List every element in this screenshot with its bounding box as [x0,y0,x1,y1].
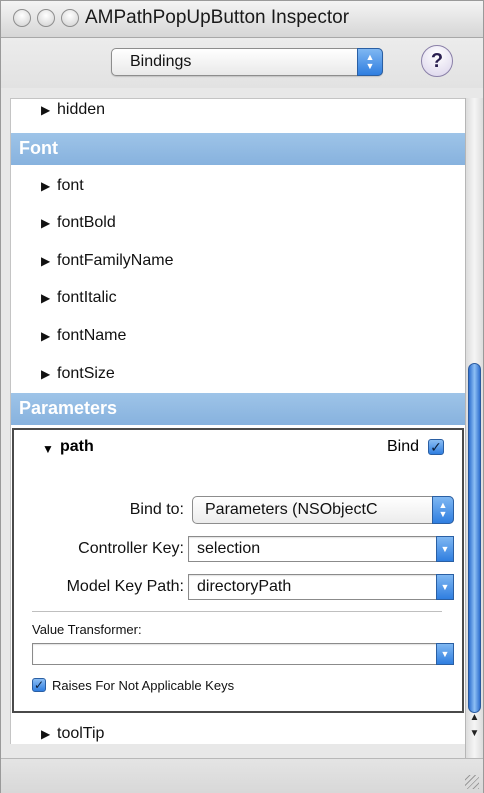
disclosure-triangle-icon[interactable]: ▶ [41,103,50,117]
combo-arrow-icon[interactable]: ▼ [436,574,454,600]
list-item-fontbold[interactable]: ▶ fontBold [11,206,466,242]
inspector-toolbar: Bindings ▲ ▼ ? [1,38,483,88]
divider [32,611,442,612]
disclosure-triangle-icon[interactable]: ▶ [41,179,50,193]
section-header-parameters: Parameters [11,393,466,425]
resize-grip-icon[interactable] [465,775,479,789]
list-item-fontsize[interactable]: ▶ fontSize [11,357,466,393]
list-item-tooltip[interactable]: ▶ toolTip [11,717,466,744]
model-key-path-label: Model Key Path: [66,578,184,595]
disclosure-triangle-icon[interactable]: ▶ [41,727,50,741]
window-title: AMPathPopUpButton Inspector [85,7,350,28]
minimize-window-button[interactable] [37,9,55,27]
list-item-fontfamilyname[interactable]: ▶ fontFamilyName [11,244,466,280]
list-item-label: hidden [57,101,106,118]
value-transformer-combo[interactable]: ▼ [32,643,454,665]
list-item-label: font [57,177,84,194]
bind-to-popup[interactable]: Parameters (NSObjectC ▲ ▼ [192,496,454,524]
section-title: Parameters [19,398,118,418]
disclosure-triangle-icon[interactable]: ▶ [41,254,50,268]
window-footer [1,758,483,793]
disclosure-triangle-icon[interactable]: ▶ [41,329,50,343]
popup-arrows-icon: ▲ ▼ [432,496,454,524]
mode-popup-label: Bindings [130,53,192,70]
list-item-label: fontItalic [57,289,117,306]
list-item-hidden[interactable]: ▶ hidden [11,99,466,129]
scrollbar-thumb[interactable] [468,363,481,713]
close-window-button[interactable] [13,9,31,27]
list-item-fontname[interactable]: ▶ fontName [11,319,466,355]
scroll-down-arrow-icon[interactable]: ▼ [466,726,483,742]
mode-popup-button[interactable]: Bindings ▲ ▼ [111,48,383,76]
list-item-label: toolTip [57,725,105,742]
vertical-scrollbar[interactable]: ▲ ▼ [465,98,483,758]
disclosure-triangle-icon[interactable]: ▶ [41,216,50,230]
zoom-window-button[interactable] [61,9,79,27]
disclosure-triangle-icon[interactable]: ▶ [41,367,50,381]
list-item-font[interactable]: ▶ font [11,169,466,205]
disclosure-triangle-open-icon[interactable]: ▼ [42,442,54,456]
list-item-label: fontFamilyName [57,252,174,269]
popup-arrows-icon: ▲ ▼ [357,48,383,76]
section-header-font: Font [11,133,466,165]
controller-key-value: selection [197,540,261,557]
binding-name: path [60,438,94,455]
disclosure-triangle-icon[interactable]: ▶ [41,291,50,305]
model-key-path-combo[interactable]: directoryPath ▼ [188,574,454,600]
title-bar: AMPathPopUpButton Inspector [1,1,483,38]
scroll-up-arrow-icon[interactable]: ▲ [466,710,483,726]
model-key-path-value: directoryPath [197,578,292,595]
inspector-window: AMPathPopUpButton Inspector Bindings ▲ ▼ … [0,0,484,793]
binding-panel-path: ▼ path Bind ✓ Bind to: Parameters (NSObj… [12,428,464,713]
list-item-label: fontSize [57,365,115,382]
bind-to-label: Bind to: [129,501,184,518]
controller-key-label: Controller Key: [78,540,184,557]
bind-checkbox[interactable]: ✓ [428,439,444,455]
raises-checkbox[interactable]: ✓ [32,678,46,692]
list-item-label: fontBold [57,214,116,231]
bind-label: Bind [387,438,420,455]
controller-key-combo[interactable]: selection ▼ [188,536,454,562]
list-item-fontitalic[interactable]: ▶ fontItalic [11,281,466,317]
value-transformer-label: Value Transformer: [32,622,142,637]
list-item-label: fontName [57,327,127,344]
help-button[interactable]: ? [421,45,453,77]
raises-label: Raises For Not Applicable Keys [52,678,235,693]
bind-to-value: Parameters (NSObjectC [205,501,378,518]
combo-arrow-icon[interactable]: ▼ [436,643,454,665]
section-title: Font [19,138,58,158]
combo-arrow-icon[interactable]: ▼ [436,536,454,562]
bindings-list: ▶ hidden Font ▶ font ▶ fontBold ▶ fontFa… [10,98,466,744]
